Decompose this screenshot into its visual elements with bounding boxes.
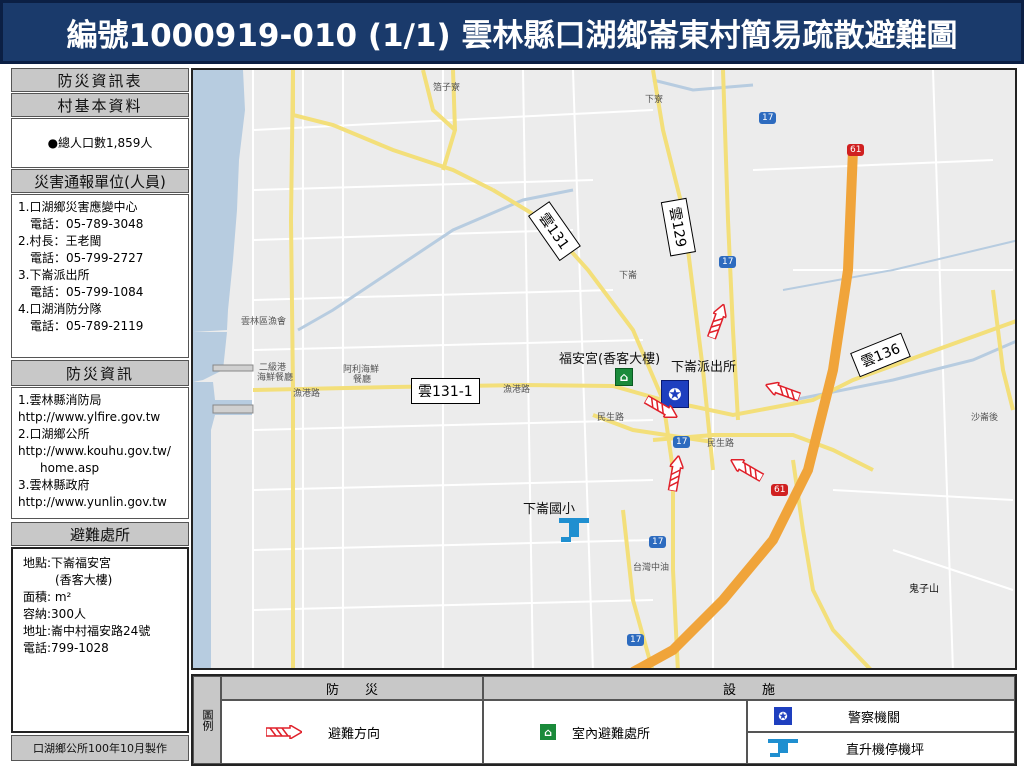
- route-17-shield: 17: [719, 256, 737, 268]
- indoor-shelter-icon: ⌂: [540, 724, 556, 740]
- legend-police-label: 警察機關: [848, 710, 901, 726]
- disaster-table-header: 防災資訊表: [11, 68, 189, 92]
- legend-shelter-cell: ⌂ 室內避難處所: [483, 700, 747, 764]
- route-17-shield: 17: [627, 634, 645, 646]
- helipad-icon[interactable]: [555, 514, 593, 544]
- route-17-shield: 17: [759, 112, 777, 124]
- report-unit-3-phone: 電話：05-799-1084: [30, 285, 144, 299]
- legend-shelter-label: 室內避難處所: [572, 726, 651, 742]
- report-unit-1-name: 1.口湖鄉災害應變中心: [18, 200, 138, 214]
- village-info-header: 村基本資料: [11, 93, 189, 117]
- shelter-box: 地點:下崙福安宮 (香客大樓) 面積: m² 容納:300人 地址:崙中村福安路…: [11, 547, 189, 733]
- harbor-water: [193, 332, 227, 382]
- road-label: 漁港路: [503, 385, 531, 395]
- info-link[interactable]: http://www.yunlin.gov.tw: [18, 494, 182, 511]
- map-canvas: [193, 70, 1015, 668]
- info-link[interactable]: http://www.ylfire.gov.tw: [18, 409, 182, 426]
- report-unit-3-name: 3.下崙派出所: [18, 268, 90, 282]
- legend-evac-cell: 避難方向: [221, 700, 483, 764]
- shelter-phone: 電話:799-1028: [23, 641, 109, 655]
- evacuation-map[interactable]: 17 17 17 17 17 61 61 箔子寮 下崙 下寮 雲林區漁會 二級港…: [191, 68, 1017, 670]
- page-title: 編號1000919-010 (1/1) 雲林縣口湖鄉崙東村簡易疏散避難圖: [0, 0, 1024, 64]
- report-unit-1-phone: 電話：05-789-3048: [30, 217, 144, 231]
- legend-col1-header: 防 災: [221, 676, 483, 700]
- harbor-water: [193, 382, 253, 668]
- harbor-piers: [212, 364, 254, 414]
- shelter-capacity: 容納:300人: [23, 607, 86, 621]
- place-label: 下崙: [619, 271, 638, 281]
- map-legend: 圖例 防 災 設 施 避難方向 ⌂ 室內避難處所 ✪ 警察機關 直升機停機坪: [191, 674, 1017, 766]
- report-units-header: 災害通報單位(人員): [11, 169, 189, 193]
- shelter-address: 地址:崙中村福安路24號: [23, 624, 151, 638]
- population-text: ●總人口數1,859人: [47, 135, 153, 150]
- info-item: 1.雲林縣消防局: [18, 393, 102, 407]
- place-label: 下寮: [645, 95, 664, 105]
- road-label: 民生路: [597, 413, 625, 423]
- info-header: 防災資訊: [11, 360, 189, 386]
- legend-side-label: 圖例: [193, 676, 221, 764]
- sea-area: [193, 70, 245, 332]
- legend-police-cell: ✪ 警察機關: [747, 700, 1015, 732]
- place-label: 海鮮餐廳: [257, 373, 294, 383]
- canal: [782, 239, 1015, 291]
- route-61-shield: 61: [771, 484, 789, 496]
- shelter-area: 面積: m²: [23, 590, 72, 604]
- road-label: 漁港路: [293, 389, 321, 399]
- place-label: 鬼子山: [909, 584, 939, 595]
- road-label: 民生路: [707, 439, 735, 449]
- report-unit-4-phone: 電話：05-789-2119: [30, 319, 144, 333]
- shelter-header: 避難處所: [11, 522, 189, 546]
- info-link[interactable]: http://www.kouhu.gov.tw/: [18, 443, 182, 460]
- helipad-icon: [768, 739, 798, 757]
- report-unit-2-phone: 電話：05-799-2727: [30, 251, 144, 265]
- temple-label: 福安宮(香客大樓): [559, 352, 661, 367]
- footer-credit: 口湖鄉公所100年10月製作: [11, 735, 189, 761]
- evacuation-arrow-icon: [266, 725, 302, 739]
- info-item: 3.雲林縣政府: [18, 478, 90, 492]
- route-17-shield: 17: [649, 536, 667, 548]
- legend-helipad-cell: 直升機停機坪: [747, 732, 1015, 764]
- legend-evac-label: 避難方向: [328, 726, 381, 742]
- place-label: 沙崙後: [971, 413, 999, 423]
- info-link-cont[interactable]: home.asp: [18, 460, 182, 477]
- shelter-place2: (香客大樓): [55, 573, 113, 587]
- canal: [652, 78, 754, 92]
- info-box: 1.雲林縣消防局 http://www.ylfire.gov.tw 2.口湖鄉公…: [11, 387, 189, 519]
- place-label: 雲林區漁會: [241, 317, 287, 327]
- report-unit-4-name: 4.口湖消防分隊: [18, 302, 102, 316]
- indoor-shelter-icon[interactable]: ⌂: [615, 368, 633, 386]
- report-unit-2-name: 2.村長：王老閩: [18, 234, 102, 248]
- place-label: 台灣中油: [633, 563, 670, 573]
- legend-col2-header: 設 施: [483, 676, 1015, 700]
- route-61-shield: 61: [847, 144, 865, 156]
- shelter-place: 地點:下崙福安宮: [23, 556, 112, 570]
- legend-helipad-label: 直升機停機坪: [846, 742, 925, 758]
- place-label: 箔子寮: [433, 83, 461, 93]
- info-item: 2.口湖鄉公所: [18, 427, 90, 441]
- population-box: ●總人口數1,859人: [11, 118, 189, 168]
- police-badge-icon: ✪: [774, 707, 792, 725]
- report-units-box: 1.口湖鄉災害應變中心 電話：05-789-3048 2.村長：王老閩 電話：0…: [11, 194, 189, 358]
- road-label-yun131-1: 雲131-1: [411, 378, 480, 404]
- place-label: 餐廳: [353, 375, 372, 385]
- route-17-shield: 17: [673, 436, 691, 448]
- police-label: 下崙派出所: [671, 360, 737, 375]
